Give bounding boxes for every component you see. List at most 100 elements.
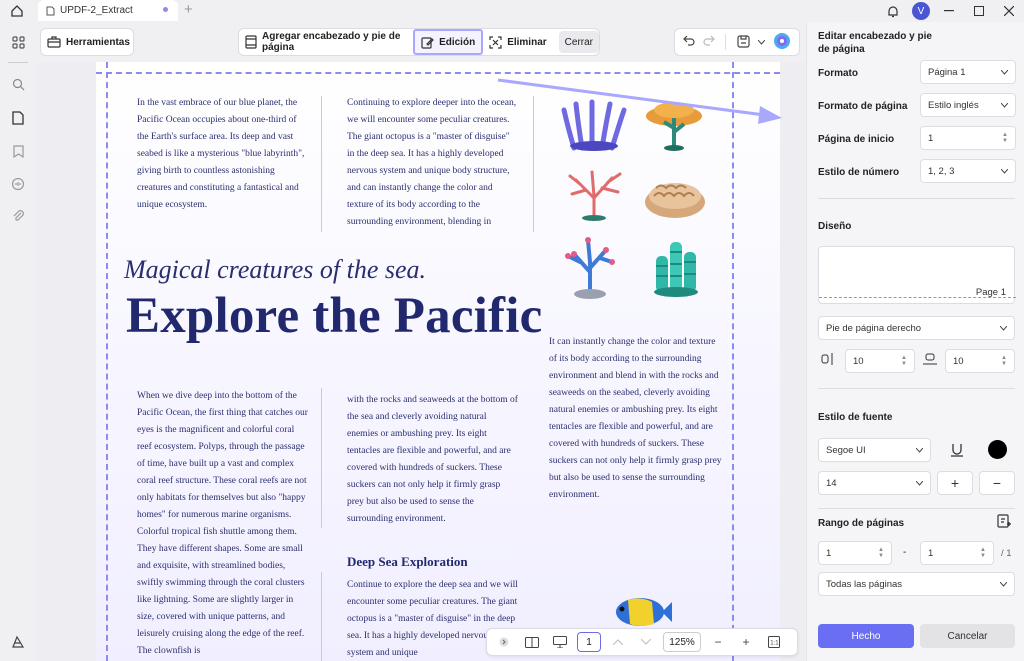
preview-page-label: Page 1 — [975, 287, 1006, 298]
estilo-numero-label: Estilo de número — [818, 167, 900, 178]
pagina-inicio-label: Página de inicio — [818, 134, 895, 145]
zoom-out-icon[interactable]: − — [707, 632, 729, 652]
collapse-arrow-icon[interactable] — [493, 632, 515, 652]
chevron-down-icon — [999, 580, 1007, 588]
font-value: Segoe UI — [826, 444, 866, 456]
zoom-in-icon[interactable]: + — [735, 632, 757, 652]
presentation-icon[interactable] — [549, 632, 571, 652]
zoom-level[interactable]: 125% — [663, 632, 701, 652]
maximize-icon[interactable] — [964, 1, 994, 21]
brain-coral-image — [645, 183, 705, 218]
home-icon[interactable] — [6, 2, 28, 20]
page-number-input[interactable]: 1 — [577, 632, 601, 652]
eliminar-button[interactable]: Eliminar — [483, 29, 552, 55]
herramientas-label: Herramientas — [66, 36, 130, 48]
tropical-fish-image — [616, 598, 672, 626]
col5-paragraph: with the rocks and seaweeds at the botto… — [347, 395, 518, 524]
redo-icon[interactable] — [703, 35, 716, 49]
margin-left-stepper[interactable]: 10 ▲ ▼ — [845, 349, 915, 373]
font-select[interactable]: Segoe UI — [818, 438, 931, 462]
bell-icon[interactable] — [878, 1, 908, 21]
chevron-down-icon — [1000, 167, 1008, 175]
zoom-bar: 1 125% − + 1:1 — [486, 628, 798, 656]
document-tab[interactable]: UPDF-2_Extract — [38, 0, 178, 21]
undo-icon[interactable] — [683, 35, 695, 49]
fit-page-icon[interactable]: 1:1 — [763, 632, 785, 652]
save-icon[interactable] — [736, 34, 750, 51]
estilo-numero-select[interactable]: 1, 2, 3 — [920, 159, 1016, 183]
attachment-icon[interactable] — [8, 206, 28, 226]
rango-label: Rango de páginas — [818, 518, 905, 529]
next-page-icon[interactable] — [635, 632, 657, 652]
bottom-margin-icon — [923, 353, 937, 368]
underline-icon[interactable] — [947, 440, 967, 460]
range-dash: - — [903, 547, 907, 558]
range-to-stepper[interactable]: 1 ▲ ▼ — [920, 541, 994, 565]
panel-title: Editar encabezado y pie de página — [818, 31, 932, 55]
document-area[interactable]: In the vast embrace of our blue planet, … — [36, 62, 806, 661]
decrease-size-button[interactable]: − — [979, 471, 1015, 495]
chevron-down-icon[interactable] — [757, 36, 766, 48]
chevron-down-icon — [915, 479, 923, 487]
stepper-icon[interactable]: ▲ ▼ — [1002, 132, 1008, 144]
grid-icon[interactable] — [8, 32, 28, 52]
stepper-icon[interactable]: ▲ ▼ — [1001, 355, 1007, 367]
svg-text:1:1: 1:1 — [770, 641, 779, 647]
search-icon[interactable] — [8, 74, 28, 94]
position-select[interactable]: Pie de página derecho — [818, 316, 1015, 340]
tools-group: Herramientas — [40, 28, 134, 56]
range-from-value: 1 — [826, 547, 832, 559]
formato-pagina-value: Estilo inglés — [928, 99, 979, 111]
page-range-icon[interactable] — [997, 514, 1011, 532]
layout-preview: Page 1 — [818, 246, 1016, 304]
purple-anemone-image — [561, 99, 627, 151]
edicion-label: Edición — [439, 36, 476, 48]
section-subtitle: Magical creatures of the sea. — [124, 255, 427, 284]
margin-bottom-stepper[interactable]: 10 ▲ ▼ — [945, 349, 1015, 373]
font-size-value: 14 — [826, 477, 837, 489]
estilo-fuente-label: Estilo de fuente — [818, 412, 893, 423]
formato-pagina-select[interactable]: Estilo inglés — [920, 93, 1016, 117]
pages-subset-select[interactable]: Todas las páginas — [818, 572, 1015, 596]
font-size-select[interactable]: 14 — [818, 471, 931, 495]
increase-size-button[interactable]: + — [937, 471, 973, 495]
stepper-icon[interactable]: ▲ ▼ — [901, 355, 907, 367]
unsaved-dot — [163, 7, 168, 12]
col1-paragraph: In the vast embrace of our blue planet, … — [137, 98, 305, 210]
hecho-button[interactable]: Hecho — [818, 624, 914, 648]
toolbar: Herramientas Agregar encabezado y pie de… — [36, 22, 806, 62]
page-layout-icon[interactable] — [521, 632, 543, 652]
layers-icon[interactable] — [8, 632, 28, 652]
tab-title: UPDF-2_Extract — [60, 5, 133, 16]
cerrar-button[interactable]: Cerrar — [558, 31, 599, 53]
page-icon[interactable] — [8, 108, 28, 128]
stepper-icon[interactable]: ▲ ▼ — [878, 547, 884, 559]
minimize-icon[interactable] — [934, 1, 964, 21]
header-footer-panel: Editar encabezado y pie de página Format… — [806, 22, 1024, 661]
left-rail — [0, 22, 36, 661]
delete-icon — [489, 35, 502, 49]
orange-coral-tree-image — [646, 102, 702, 151]
document-icon — [46, 6, 55, 16]
ai-assistant-icon[interactable] — [773, 32, 791, 53]
range-from-stepper[interactable]: 1 ▲ ▼ — [818, 541, 892, 565]
header-footer-button[interactable]: Agregar encabezado y pie de página — [239, 29, 413, 55]
stepper-icon[interactable]: ▲ ▼ — [980, 547, 986, 559]
range-total: / 1 — [1001, 548, 1012, 559]
formato-select[interactable]: Página 1 — [920, 60, 1016, 84]
margin-left-value: 10 — [853, 355, 864, 367]
new-tab-button[interactable]: + — [184, 1, 193, 18]
cancelar-button[interactable]: Cancelar — [920, 624, 1015, 648]
close-icon[interactable] — [994, 1, 1024, 21]
actions-group — [674, 28, 800, 56]
bookmark-icon[interactable] — [8, 141, 28, 161]
font-color-swatch[interactable] — [988, 440, 1007, 459]
avatar[interactable]: V — [912, 2, 930, 20]
pagina-inicio-stepper[interactable]: 1 ▲ ▼ — [920, 126, 1016, 150]
comment-icon[interactable] — [8, 174, 28, 194]
prev-page-icon[interactable] — [607, 632, 629, 652]
herramientas-button[interactable]: Herramientas — [41, 29, 136, 55]
edicion-button[interactable]: Edición — [413, 29, 484, 55]
pdf-page[interactable]: In the vast embrace of our blue planet, … — [96, 62, 780, 661]
right-boundary — [732, 62, 734, 661]
